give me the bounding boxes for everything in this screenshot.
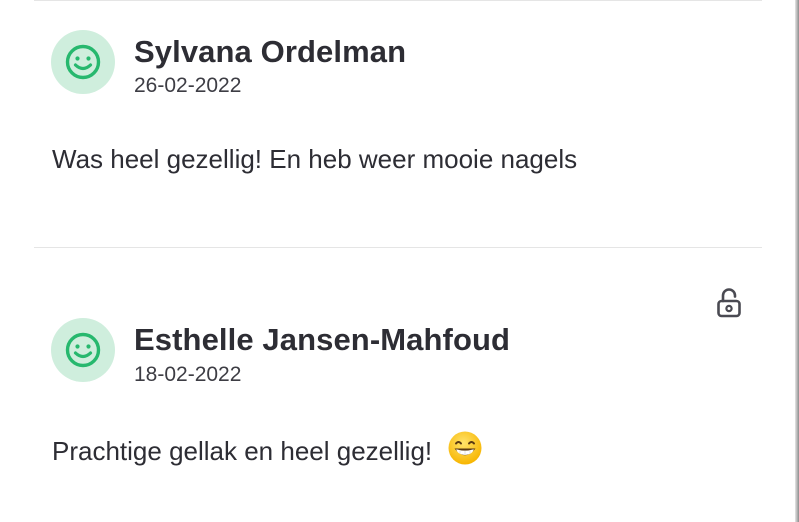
reviewer-name: Sylvana Ordelman [134,34,407,69]
review-text-row: Prachtige gellak en heel gezellig! [52,430,483,473]
review-text: Was heel gezellig! En heb weer mooie nag… [52,144,578,174]
smiley-face-icon [64,331,102,369]
window-edge [795,0,799,522]
reviewer-name: Esthelle Jansen-Mahfoud [134,322,511,357]
review-date: 18-02-2022 [134,363,242,386]
review-date: 26-02-2022 [134,74,242,97]
avatar [51,318,115,382]
review-text: Prachtige gellak en heel gezellig! [52,436,433,466]
grinning-face-icon [447,430,483,473]
unlock-icon[interactable] [714,287,744,319]
review-divider [34,247,762,248]
top-divider [34,0,762,1]
avatar [51,30,115,94]
smiley-face-icon [64,43,102,81]
